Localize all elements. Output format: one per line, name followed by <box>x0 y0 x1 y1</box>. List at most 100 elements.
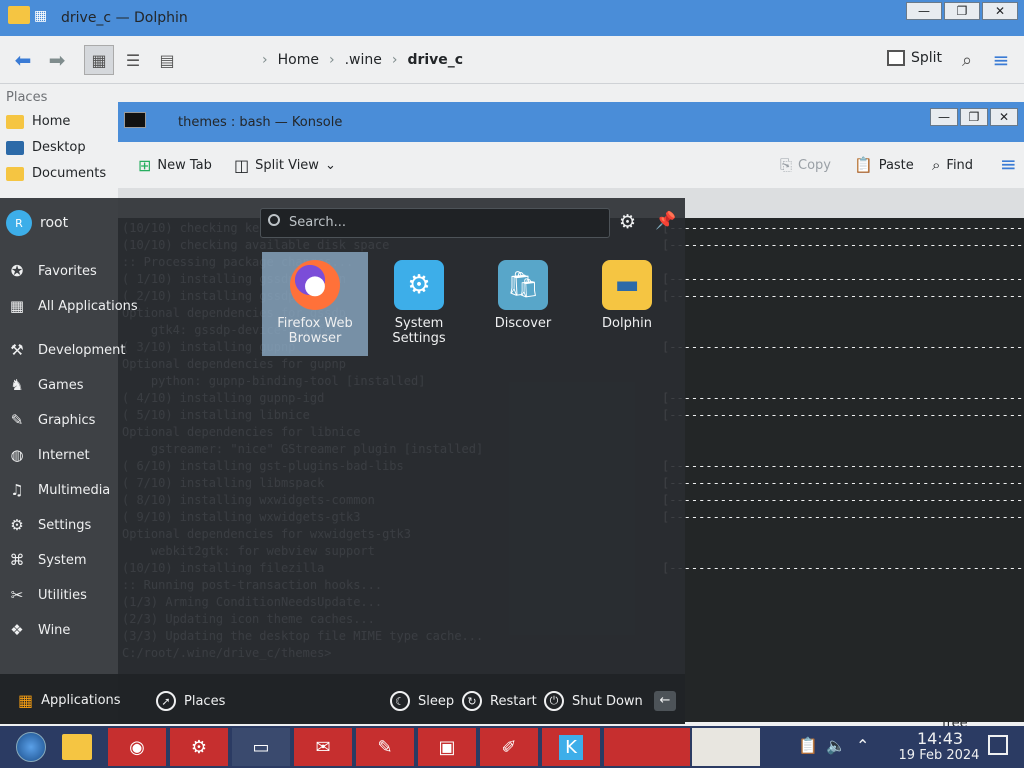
icons-view-icon[interactable]: ▦ <box>84 45 114 75</box>
paste-button[interactable]: 📋 Paste <box>854 156 914 174</box>
konsole-titlebar[interactable]: themes : bash — Konsole — ❐ ✕ <box>118 102 1024 142</box>
hamburger-menu-icon[interactable]: ≡ <box>986 45 1016 75</box>
window-menu-icon[interactable]: ▦ <box>34 8 47 24</box>
progress-line: [---------------------------------------… <box>662 510 1024 524</box>
games-icon: ♞ <box>10 376 24 394</box>
breadcrumb-item[interactable]: Home <box>278 52 319 68</box>
taskbar-gimp[interactable]: ✐ <box>480 728 538 766</box>
category-internet[interactable]: ◍ Internet <box>6 440 140 470</box>
minimize-button[interactable]: — <box>906 2 942 20</box>
close-button[interactable]: ✕ <box>990 108 1018 126</box>
breadcrumb: › Home › .wine › drive_c <box>262 52 464 68</box>
progress-line <box>662 322 1024 339</box>
wine-icon: ❖ <box>10 621 24 639</box>
clock-date[interactable]: 19 Feb 2024 <box>884 748 994 763</box>
progress-line <box>662 254 1024 271</box>
category-graphics[interactable]: ✎ Graphics <box>6 405 140 435</box>
folder-icon <box>8 6 30 24</box>
internet-icon: ◍ <box>10 446 24 464</box>
shutdown-button[interactable]: ⏻ Shut Down <box>544 691 643 711</box>
split-view-icon: ◫ <box>234 156 250 175</box>
maximize-button[interactable]: ❐ <box>944 2 980 20</box>
category-favorites[interactable]: ✪ Favorites <box>6 256 140 286</box>
category-settings[interactable]: ⚙ Settings <box>6 510 140 540</box>
avatar: R <box>6 210 32 236</box>
split-view-button[interactable]: ◫ Split View ⌄ <box>234 156 336 175</box>
search-icon[interactable]: ⌕ <box>952 45 982 75</box>
clock-time[interactable]: 14:43 <box>900 729 980 748</box>
close-button[interactable]: ✕ <box>982 2 1018 20</box>
volume-icon[interactable]: 🔈 <box>826 736 846 755</box>
category-utilities[interactable]: ✂ Utilities <box>6 580 140 610</box>
taskbar-firefox[interactable]: ◉ <box>108 728 166 766</box>
back-button[interactable]: ⬅ <box>8 45 38 75</box>
dolphin-toolbar: ⬅ ➡ ▦ ☰ ▤ › Home › .wine › drive_c Split… <box>0 36 1024 84</box>
tab-applications[interactable]: ▦ Applications <box>18 691 121 710</box>
category-all-applications[interactable]: ▦ All Applications <box>6 291 140 321</box>
taskbar-system-settings[interactable]: ⚙ <box>170 728 228 766</box>
details-view-icon[interactable]: ▤ <box>152 45 182 75</box>
hamburger-menu-icon[interactable]: ≡ <box>1000 152 1017 176</box>
taskbar-konsole[interactable]: ▭ <box>232 728 290 766</box>
compact-view-icon[interactable]: ☰ <box>118 45 148 75</box>
search-input[interactable]: Search... <box>260 208 610 238</box>
dolphin-titlebar[interactable]: ▦ drive_c — Dolphin — ❐ ✕ <box>0 0 1024 36</box>
sleep-button[interactable]: ☾ Sleep <box>390 691 454 711</box>
utilities-icon: ✂ <box>10 586 24 604</box>
progress-line <box>662 441 1024 458</box>
tab-places[interactable]: ➚ Places <box>156 691 225 711</box>
app-discover[interactable]: 🛍 Discover <box>470 252 576 356</box>
taskbar-package[interactable]: ▣ <box>418 728 476 766</box>
maximize-button[interactable]: ❐ <box>960 108 988 126</box>
category-development[interactable]: ⚒ Development <box>6 335 140 365</box>
taskbar-dolphin[interactable] <box>48 728 106 766</box>
progress-line <box>662 373 1024 390</box>
new-tab-icon: ⊞ <box>138 156 152 175</box>
user-info[interactable]: R root <box>6 210 68 236</box>
restart-button[interactable]: ↻ Restart <box>462 691 537 711</box>
show-desktop-icon[interactable] <box>988 735 1008 755</box>
places-item-documents[interactable]: Documents <box>6 166 106 181</box>
clipboard-icon[interactable]: 📋 <box>798 736 818 755</box>
app-dolphin[interactable]: ▬ Dolphin <box>574 252 680 356</box>
taskbar-thunderbird[interactable]: ✉ <box>294 728 352 766</box>
taskbar-empty <box>604 728 690 766</box>
taskbar-wallpaper <box>692 728 760 766</box>
kde-icon: K <box>559 734 583 760</box>
split-button[interactable]: Split <box>887 50 942 66</box>
graphics-icon: ✎ <box>10 411 24 429</box>
progress-line: [---------------------------------------… <box>662 238 1024 252</box>
places-item-home[interactable]: Home <box>6 114 70 129</box>
sleep-icon: ☾ <box>390 691 410 711</box>
category-multimedia[interactable]: ♫ Multimedia <box>6 475 140 505</box>
user-name: root <box>40 215 69 231</box>
chevron-up-icon[interactable]: ⌃ <box>856 736 869 755</box>
places-header: Places <box>6 90 48 105</box>
applications-icon: ▦ <box>18 691 34 710</box>
leave-button[interactable]: ← <box>654 691 676 711</box>
app-firefox[interactable]: ● Firefox Web Browser <box>262 252 368 356</box>
gimp-icon: ✐ <box>501 736 517 758</box>
search-icon: ⌕ <box>932 156 941 174</box>
launcher-footer: ▦ Applications ➚ Places ☾ Sleep ↻ Restart ⏻ S… <box>0 674 685 724</box>
app-system-settings[interactable]: ⚙ System Settings <box>366 252 472 356</box>
breadcrumb-item[interactable]: drive_c <box>407 52 463 68</box>
find-button[interactable]: ⌕ Find <box>932 156 973 174</box>
copy-button[interactable]: ⎘ Copy <box>780 156 831 174</box>
category-wine[interactable]: ❖ Wine <box>6 615 140 645</box>
firefox-icon: ◉ <box>129 736 145 758</box>
gear-icon[interactable]: ⚙ <box>619 211 636 233</box>
minimize-button[interactable]: — <box>930 108 958 126</box>
pin-icon[interactable]: 📌 <box>655 211 676 231</box>
compass-icon: ➚ <box>156 691 176 711</box>
category-games[interactable]: ♞ Games <box>6 370 140 400</box>
places-item-desktop[interactable]: Desktop <box>6 140 86 155</box>
category-system[interactable]: ⌘ System <box>6 545 140 575</box>
split-icon <box>887 50 905 66</box>
breadcrumb-item[interactable]: .wine <box>345 52 382 68</box>
taskbar-kde[interactable]: K <box>542 728 600 766</box>
taskbar-kate[interactable]: ✎ <box>356 728 414 766</box>
new-tab-button[interactable]: ⊞ New Tab <box>138 156 212 175</box>
forward-button[interactable]: ➡ <box>42 45 72 75</box>
progress-line <box>662 526 1024 543</box>
